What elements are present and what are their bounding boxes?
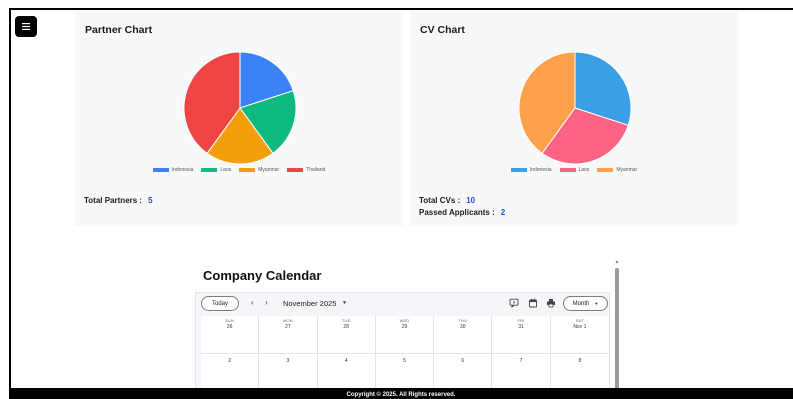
cv-pie-chart — [518, 51, 632, 165]
comment-icon[interactable] — [509, 298, 519, 308]
day-number: Nov 1 — [573, 324, 587, 330]
day-cell[interactable]: SAT Nov 1 — [550, 316, 609, 354]
day-cell[interactable]: MON 27 — [259, 316, 318, 354]
day-number: 3 — [286, 358, 290, 364]
next-month-icon[interactable]: › — [265, 298, 268, 307]
weekday-label: TUE — [341, 318, 351, 323]
day-cell[interactable]: TUE 28 — [317, 316, 376, 354]
weekday-label: MON — [282, 318, 293, 323]
day-cell[interactable]: 4 — [317, 354, 376, 392]
partner-pie-chart — [183, 51, 297, 165]
day-cell[interactable]: THU 30 — [434, 316, 493, 354]
legend-swatch — [559, 168, 576, 172]
day-number: 2 — [228, 358, 232, 364]
day-cell[interactable]: 5 — [375, 354, 435, 392]
day-number: 7 — [519, 358, 523, 364]
calendar-panel: Today ‹ › November 2025 ▼ Month ▼ SUN 26… — [195, 292, 610, 399]
legend-item[interactable]: Thailand — [287, 167, 325, 173]
legend-label: Indonesia — [529, 167, 552, 173]
legend-swatch — [239, 168, 256, 172]
menu-icon — [22, 23, 30, 30]
day-cell[interactable]: 7 — [492, 354, 551, 392]
passed-applicants-value: 2 — [500, 208, 506, 217]
partner-chart-title: Partner Chart — [85, 24, 153, 36]
weekday-label: WED — [399, 318, 410, 323]
weekday-label: SAT — [575, 318, 584, 323]
cv-chart-title: CV Chart — [420, 24, 465, 36]
total-cvs-label: Total CVs : — [419, 196, 461, 205]
view-mode-select[interactable]: Month ▼ — [563, 296, 608, 311]
day-number: 8 — [578, 358, 582, 364]
total-cvs-stat: Total CVs : 10 — [419, 196, 475, 205]
legend-label: Indonesia — [171, 167, 194, 173]
partner-chart-card: Partner Chart Indonesia Laos Myanmar Thaila… — [75, 12, 403, 226]
weekday-label: SUN — [225, 318, 235, 323]
legend-swatch — [510, 168, 527, 172]
day-number: 29 — [401, 324, 408, 330]
legend-label: Laos — [220, 167, 232, 173]
today-button[interactable]: Today — [201, 296, 239, 311]
view-mode-label: Month — [572, 300, 590, 307]
partner-chart-legend: Indonesia Laos Myanmar Thailand — [75, 167, 403, 173]
legend-swatch — [152, 168, 169, 172]
day-number: 5 — [403, 358, 406, 364]
legend-item[interactable]: Laos — [559, 167, 590, 173]
total-cvs-value: 10 — [466, 196, 476, 205]
cv-chart-legend: Indonesia Laos Myanmar — [410, 167, 738, 173]
day-number: 6 — [461, 358, 465, 364]
view-dropdown-icon: ▼ — [594, 301, 599, 306]
day-cell[interactable]: FRI 31 — [492, 316, 551, 354]
cv-chart-card: CV Chart Indonesia Laos Myanmar Total CVs … — [410, 12, 738, 226]
day-number: 31 — [518, 324, 524, 330]
weekday-label: FRI — [517, 318, 525, 323]
total-partners-label: Total Partners : — [84, 196, 143, 205]
total-partners-stat: Total Partners : 5 — [84, 196, 153, 205]
legend-label: Myanmar — [616, 167, 638, 173]
legend-swatch — [287, 168, 304, 172]
passed-applicants-label: Passed Applicants : — [419, 208, 495, 217]
weekday-label: THU — [458, 318, 468, 323]
footer-copyright: Copyright © 2025. All Rights reserved. — [9, 388, 793, 399]
calendar-toolbar: Today ‹ › November 2025 ▼ Month ▼ — [196, 293, 609, 315]
legend-item[interactable]: Laos — [201, 167, 231, 173]
calendar-scrollbar[interactable]: ▲ — [614, 259, 620, 399]
day-cell[interactable]: 2 — [201, 354, 260, 392]
current-month-label[interactable]: November 2025 — [283, 299, 336, 308]
day-number: 4 — [344, 358, 348, 364]
legend-item[interactable]: Indonesia — [152, 167, 194, 173]
scroll-up-icon[interactable]: ▲ — [614, 259, 620, 265]
day-cell[interactable]: SUN 26 — [201, 316, 260, 354]
legend-label: Myanmar — [258, 167, 280, 173]
legend-label: Laos — [578, 167, 590, 173]
print-icon[interactable] — [546, 298, 556, 308]
legend-swatch — [201, 168, 218, 172]
legend-item[interactable]: Myanmar — [239, 167, 279, 173]
legend-swatch — [597, 168, 614, 172]
legend-item[interactable]: Myanmar — [597, 167, 637, 173]
total-partners-value: 5 — [148, 196, 153, 205]
day-number: 26 — [226, 324, 233, 330]
menu-button[interactable] — [15, 16, 37, 37]
calendar-icon[interactable] — [528, 298, 538, 308]
legend-item[interactable]: Indonesia — [510, 167, 552, 173]
previous-month-icon[interactable]: ‹ — [251, 298, 254, 307]
company-calendar: Company Calendar Today ‹ › November 2025… — [195, 259, 620, 399]
month-dropdown-icon[interactable]: ▼ — [342, 300, 347, 306]
passed-applicants-stat: Passed Applicants : 2 — [419, 208, 505, 217]
day-number: 27 — [285, 324, 291, 330]
day-cell[interactable]: 6 — [434, 354, 493, 392]
day-cell[interactable]: WED 29 — [375, 316, 435, 354]
day-number: 30 — [460, 324, 466, 330]
calendar-month-grid: SUN 26 MON 27 TUE 28 WED 29 THU 30 FRI 31 SAT N… — [201, 316, 609, 399]
scrollbar-thumb[interactable] — [615, 268, 619, 399]
day-cell[interactable]: 3 — [259, 354, 318, 392]
day-number: 28 — [343, 324, 349, 330]
day-cell[interactable]: 8 — [550, 354, 609, 392]
legend-label: Thailand — [306, 167, 326, 173]
calendar-title: Company Calendar — [203, 268, 322, 283]
